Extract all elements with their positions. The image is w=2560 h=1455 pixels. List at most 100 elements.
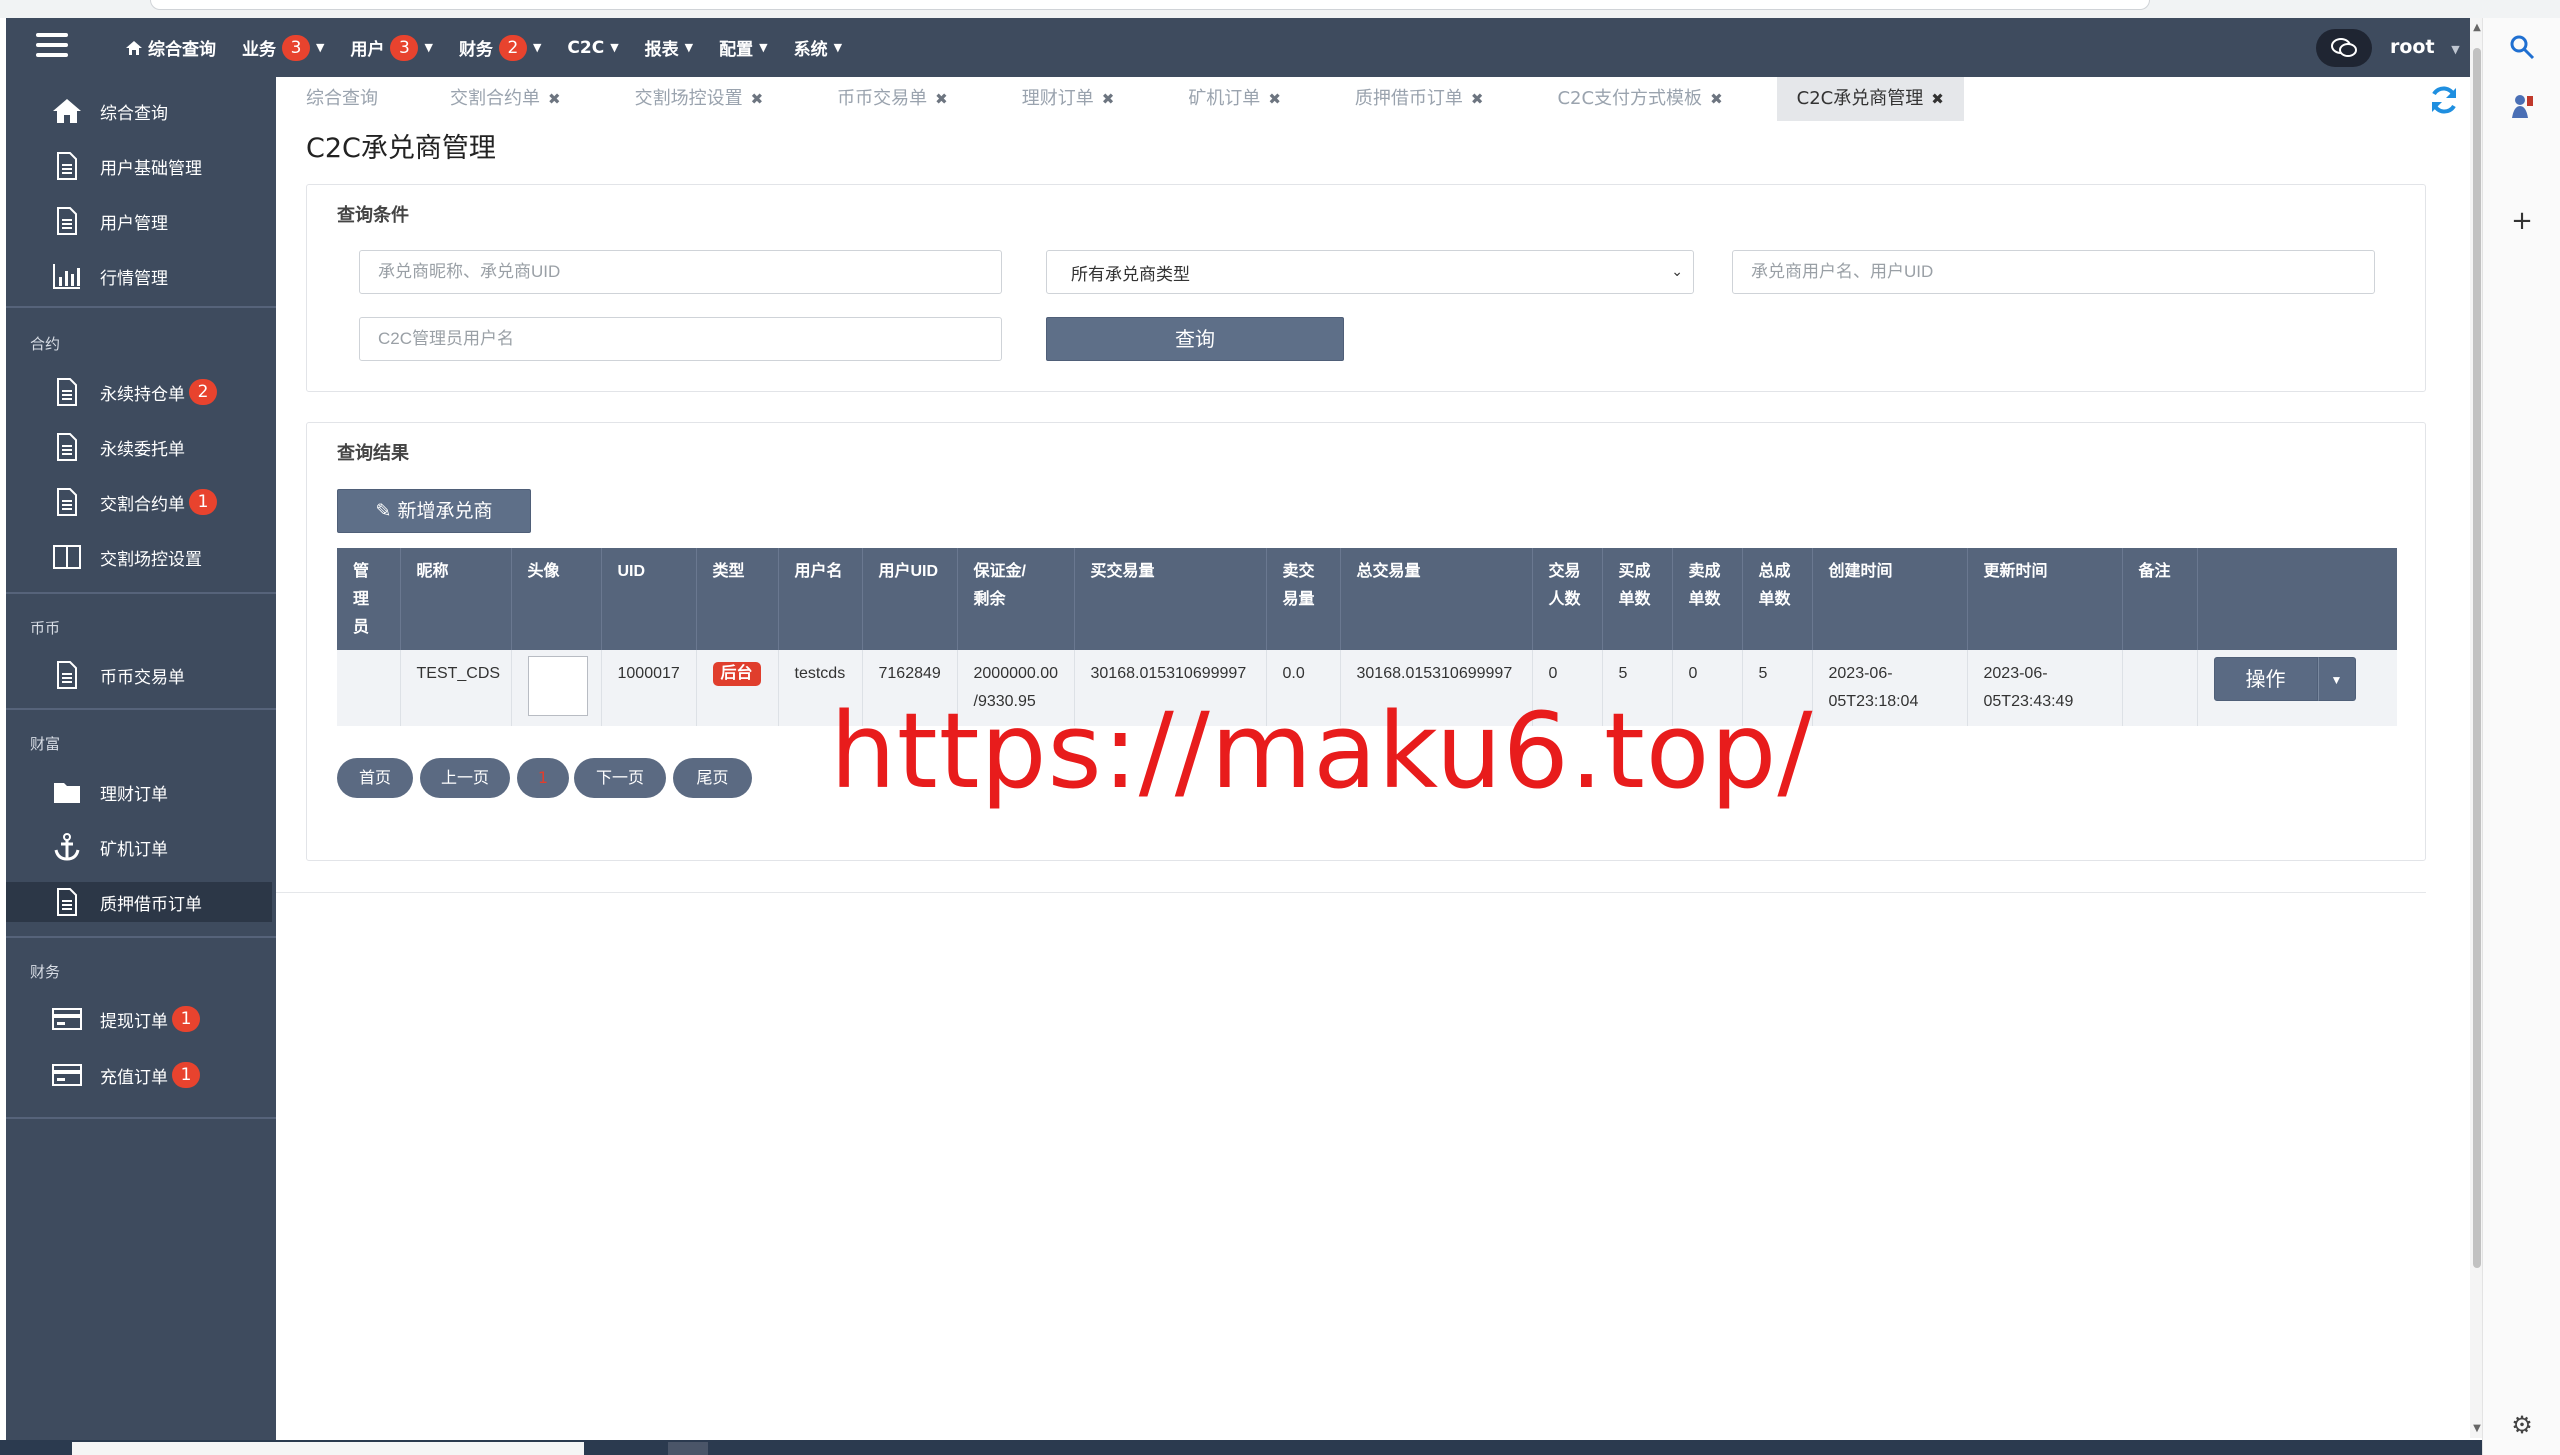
nav-badge: 3 [390,34,419,61]
search-button[interactable]: 查询 [1046,317,1344,361]
pager-prev[interactable]: 上一页 [420,758,510,798]
close-icon[interactable]: ✖ [1710,90,1723,108]
tab-delivery-contracts[interactable]: 交割合约单 ✖ [430,77,581,121]
sidebar-group-title: 合约 [30,335,61,353]
watermark-text: https://maku6.top/ [830,690,1814,812]
nav-badge: 3 [282,34,310,61]
sidebar-item-overview[interactable]: 综合查询 [6,91,276,131]
chess-icon[interactable] [2505,92,2539,126]
sidebar-item-delivery-contracts[interactable]: 交割合约单 1 [6,482,276,522]
sidebar-item-user-manage[interactable]: 用户管理 [6,201,276,241]
nav-label: 系统 [793,40,828,60]
add-merchant-label: 新增承兑商 [397,500,493,522]
tab-overview[interactable]: 综合查询 [286,77,398,121]
sidebar-badge: 2 [189,379,217,405]
sidebar-item-label: 充值订单 [100,1067,168,1088]
sidebar-item-coin-trades[interactable]: 币币交易单 [6,655,276,695]
sidebar-item-label: 用户基础管理 [100,158,202,179]
column-header: 交易人数 [1532,548,1603,650]
refresh-icon[interactable] [2428,84,2460,116]
nav-item-system[interactable]: 系统 ▼ [794,35,842,60]
browser-address-bar[interactable] [150,0,2150,10]
tab-label: 综合查询 [306,88,378,109]
column-header: 买交易量 [1074,548,1267,650]
sidebar-item-label: 用户管理 [100,213,168,234]
column-header: UID [601,548,697,650]
sidebar-item-perpetual-orders[interactable]: 永续委托单 [6,427,276,467]
pager-first[interactable]: 首页 [337,758,413,798]
tab-miner-orders[interactable]: 矿机订单 ✖ [1168,77,1301,121]
nav-item-users[interactable]: 用户 3 ▼ [350,34,433,61]
menu-toggle-icon[interactable] [36,33,68,61]
action-button[interactable]: 操作 [2213,657,2318,701]
sidebar-item-wealth-orders[interactable]: 理财订单 [6,772,276,812]
close-icon[interactable]: ✖ [1471,90,1484,108]
cell-admin [337,650,401,726]
tab-coin-trades[interactable]: 币币交易单 ✖ [817,77,968,121]
nav-item-reports[interactable]: 报表 ▼ [645,35,693,60]
nav-item-finance[interactable]: 财务 2 ▼ [458,34,542,61]
anchor-icon [52,832,82,862]
sidebar-divider [6,936,276,938]
add-merchant-button[interactable]: ✎ 新增承兑商 [337,489,531,533]
close-icon[interactable]: ✖ [751,90,764,108]
taskbar-window[interactable] [72,1442,584,1455]
sidebar-item-delivery-control[interactable]: 交割场控设置 [6,537,276,577]
sidebar-item-label: 永续持仓单 [100,384,185,405]
column-header: 备注 [2122,548,2198,650]
nav-item-overview[interactable]: 综合查询 [126,35,216,60]
close-icon[interactable]: ✖ [1102,90,1115,108]
user-search-input[interactable] [1732,250,2375,294]
cell-created-time: 2023-06- 05T23:18:04 [1812,650,1968,726]
type-badge: 后台 [712,662,761,686]
add-icon[interactable]: + [2505,204,2539,238]
scroll-down-icon[interactable]: ▼ [2472,1423,2482,1434]
sidebar-item-pledge-loans[interactable]: 质押借币订单 [6,882,272,922]
nav-item-c2c[interactable]: C2C ▼ [567,38,618,58]
admin-search-input[interactable] [359,317,1002,361]
pager-current[interactable]: 1 [517,758,569,798]
sidebar-item-label: 永续委托单 [100,439,185,460]
column-header: 头像 [511,548,602,650]
pencil-icon: ✎ [375,500,392,522]
sidebar-item-deposit-orders[interactable]: 充值订单 1 [6,1055,276,1095]
document-icon [52,660,82,690]
pager-next[interactable]: 下一页 [574,758,666,798]
merchant-type-select[interactable]: 所有承兑商类型 ⌄ [1046,250,1694,294]
close-icon[interactable]: ✖ [1931,90,1944,108]
sidebar-item-withdraw-orders[interactable]: 提现订单 1 [6,999,276,1039]
tab-delivery-control[interactable]: 交割场控设置 ✖ [615,77,784,121]
sidebar-badge: 1 [172,1062,200,1088]
close-icon[interactable]: ✖ [548,90,561,108]
tab-wealth-orders[interactable]: 理财订单 ✖ [1002,77,1135,121]
search-icon[interactable] [2505,34,2539,68]
gear-icon[interactable]: ⚙ [2505,1408,2539,1442]
card-icon [52,1060,82,1090]
sidebar-item-market[interactable]: 行情管理 [6,256,276,296]
scrollbar-thumb[interactable] [2473,48,2481,1268]
nav-item-config[interactable]: 配置 ▼ [719,35,767,60]
tab-pledge-loans[interactable]: 质押借币订单 ✖ [1335,77,1504,121]
nav-label: 财务 [458,40,493,60]
pager-last[interactable]: 尾页 [673,758,752,798]
caret-down-icon: ▼ [532,41,542,54]
merchant-search-input[interactable] [359,250,1002,294]
caret-down-icon: ▼ [316,41,325,54]
close-icon[interactable]: ✖ [935,90,948,108]
caret-down-icon: ▼ [424,41,433,54]
action-dropdown-toggle[interactable]: ▼ [2317,657,2356,701]
nav-item-business[interactable]: 业务 3 ▼ [242,34,325,61]
cell-remark [2122,650,2198,726]
chat-button[interactable] [2316,29,2372,67]
taskbar-window[interactable] [668,1442,708,1455]
tab-c2c-payment-templates[interactable]: C2C支付方式模板 ✖ [1537,77,1742,121]
scroll-up-icon[interactable]: ▲ [2472,22,2482,33]
user-menu[interactable]: root ▼ [2390,18,2460,77]
tab-c2c-merchants[interactable]: C2C承兑商管理 ✖ [1776,77,1964,121]
cell-type: 后台 [696,650,779,726]
sidebar-item-miner-orders[interactable]: 矿机订单 [6,827,276,867]
close-icon[interactable]: ✖ [1268,90,1281,108]
sidebar-item-perpetual-positions[interactable]: 永续持仓单 2 [6,372,276,412]
sidebar-group-title: 财务 [30,963,61,981]
sidebar-item-user-basic[interactable]: 用户基础管理 [6,146,276,186]
